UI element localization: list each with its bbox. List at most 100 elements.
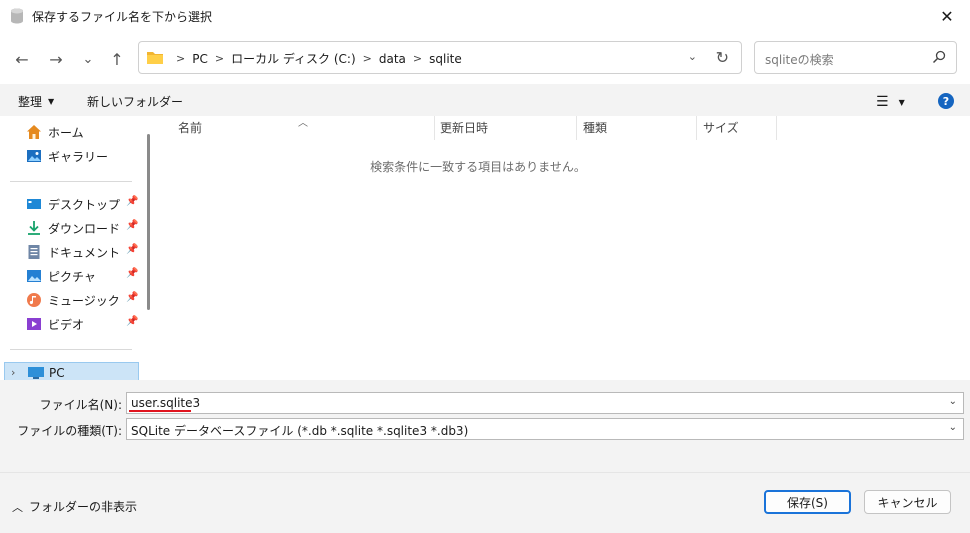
cancel-button[interactable]: キャンセル (864, 490, 951, 514)
refresh-icon[interactable]: ↻ (716, 48, 729, 67)
save-button[interactable]: 保存(S) (764, 490, 851, 514)
sidebar-item-music[interactable]: ミュージック 📌 (26, 290, 138, 310)
chevron-right-icon[interactable]: › (11, 366, 15, 379)
sidebar-item-label: ビデオ (48, 317, 85, 332)
chevron-right-icon[interactable]: > (215, 52, 224, 65)
forward-button[interactable]: → (44, 48, 68, 70)
home-icon (27, 125, 41, 139)
new-folder-button[interactable]: 新しいフォルダー (87, 93, 183, 110)
recent-locations-button[interactable]: ⌄ (76, 48, 100, 70)
filetype-select[interactable]: SQLite データベースファイル (*.db *.sqlite *.sqlit… (126, 418, 964, 440)
search-icon (932, 50, 946, 64)
chevron-down-icon[interactable]: ⌄ (949, 422, 957, 433)
sidebar-item-videos[interactable]: ビデオ 📌 (26, 314, 138, 334)
cancel-button-label: キャンセル (877, 495, 938, 510)
music-icon (27, 293, 41, 307)
sort-ascending-icon: ︿ (298, 118, 308, 129)
folder-icon (147, 52, 163, 64)
breadcrumb: > PC > ローカル ディスク (C:) > data > sqlite (169, 50, 462, 67)
chevron-right-icon[interactable]: > (363, 52, 372, 65)
pin-icon: 📌 (126, 316, 139, 327)
filetype-value: SQLite データベースファイル (*.db *.sqlite *.sqlit… (131, 424, 469, 438)
chevron-down-icon: ⌄ (82, 51, 94, 67)
save-form: ファイル名(N): user.sqlite3 ⌄ ファイルの種類(T): SQL… (0, 380, 970, 533)
back-button[interactable]: ← (10, 48, 34, 70)
desktop-icon (27, 199, 41, 209)
footer-divider (0, 472, 970, 473)
sidebar-item-label: ピクチャ (48, 269, 96, 284)
view-options-button[interactable]: ☰ ▼ (876, 94, 905, 110)
help-glyph: ? (942, 94, 950, 108)
picture-icon (27, 270, 41, 282)
hide-folders-toggle[interactable]: ︿ フォルダーの非表示 (12, 498, 137, 515)
chevron-right-icon: > (176, 52, 186, 65)
column-divider[interactable] (696, 116, 697, 140)
column-divider[interactable] (776, 116, 777, 140)
hide-folders-label: フォルダーの非表示 (29, 500, 138, 514)
list-view-icon: ☰ (876, 94, 889, 110)
column-header-type[interactable]: 種類 (583, 116, 607, 140)
close-icon: ✕ (940, 6, 954, 26)
column-divider[interactable] (434, 116, 435, 140)
column-header-modified[interactable]: 更新日時 (440, 116, 488, 140)
pin-icon: 📌 (126, 268, 139, 279)
dropdown-arrow-icon: ▼ (898, 97, 905, 107)
column-header-name[interactable]: 名前 (178, 116, 202, 140)
column-header-size[interactable]: サイズ (703, 116, 739, 140)
sidebar-item-label: ホーム (48, 125, 84, 140)
pin-icon: 📌 (126, 220, 139, 231)
sidebar-item-label: ダウンロード (48, 221, 121, 236)
gallery-icon (27, 150, 41, 162)
sidebar-item-label: デスクトップ (48, 197, 121, 212)
column-divider[interactable] (576, 116, 577, 140)
sidebar-item-desktop[interactable]: デスクトップ 📌 (26, 194, 138, 214)
filename-value[interactable]: user.sqlite3 (131, 396, 200, 410)
title-bar: 保存するファイル名を下から選択 ✕ (0, 0, 970, 32)
sidebar-item-documents[interactable]: ドキュメント 📌 (26, 242, 138, 262)
address-dropdown-icon[interactable]: ⌄ (688, 50, 697, 63)
pc-icon (28, 367, 44, 379)
organize-label: 整理 (18, 95, 43, 109)
save-button-label: 保存(S) (787, 495, 828, 510)
document-icon (28, 245, 40, 259)
filename-input[interactable]: user.sqlite3 ⌄ (126, 392, 964, 414)
search-placeholder[interactable]: sqliteの検索 (765, 51, 834, 68)
forward-arrow-icon: → (49, 49, 63, 69)
pin-icon: 📌 (126, 196, 139, 207)
breadcrumb-local-disk[interactable]: ローカル ディスク (C:) (231, 50, 356, 67)
filetype-label: ファイルの種類(T): (17, 424, 122, 438)
sidebar-item-home[interactable]: ホーム (26, 122, 84, 142)
navigation-pane: ホーム ギャラリー デスクトップ 📌 ダウンロード 📌 ドキュメント 📌 ピクチ… (0, 116, 158, 380)
sidebar-item-label: PC (49, 366, 65, 380)
address-bar[interactable]: > PC > ローカル ディスク (C:) > data > sqlite ⌄ … (138, 41, 742, 74)
up-button[interactable]: ↑ (105, 48, 129, 70)
breadcrumb-sqlite[interactable]: sqlite (429, 52, 462, 66)
search-box[interactable]: sqliteの検索 (754, 41, 957, 74)
sidebar-divider (10, 349, 132, 350)
file-list: ︿ 名前 更新日時 種類 サイズ 検索条件に一致する項目はありません。 (158, 116, 970, 380)
video-icon (27, 318, 41, 330)
sidebar-scrollbar[interactable] (147, 134, 150, 310)
pin-icon: 📌 (126, 244, 139, 255)
sidebar-item-gallery[interactable]: ギャラリー (26, 146, 108, 166)
sidebar-item-pc[interactable]: › PC (4, 362, 139, 380)
chevron-down-icon[interactable]: ⌄ (949, 396, 957, 407)
sidebar-divider (10, 181, 132, 182)
window-title: 保存するファイル名を下から選択 (32, 10, 213, 24)
database-icon (11, 8, 23, 24)
command-bar: 整理 ▼ 新しいフォルダー ☰ ▼ ? (0, 84, 970, 116)
sidebar-item-label: ギャラリー (48, 149, 109, 164)
sidebar-item-downloads[interactable]: ダウンロード 📌 (26, 218, 138, 238)
help-icon[interactable]: ? (938, 93, 954, 109)
pin-icon: 📌 (126, 292, 139, 303)
chevron-right-icon[interactable]: > (413, 52, 422, 65)
close-button[interactable]: ✕ (924, 0, 970, 32)
sidebar-item-pictures[interactable]: ピクチャ 📌 (26, 266, 138, 286)
breadcrumb-pc[interactable]: PC (192, 52, 208, 66)
breadcrumb-data[interactable]: data (379, 52, 406, 66)
organize-button[interactable]: 整理 ▼ (18, 93, 54, 110)
download-icon (28, 221, 40, 235)
navigation-bar: ← → ⌄ ↑ > PC > ローカル ディスク (C:) > data > s… (0, 32, 970, 84)
empty-message: 検索条件に一致する項目はありません。 (370, 160, 586, 174)
up-arrow-icon: ↑ (110, 49, 124, 69)
